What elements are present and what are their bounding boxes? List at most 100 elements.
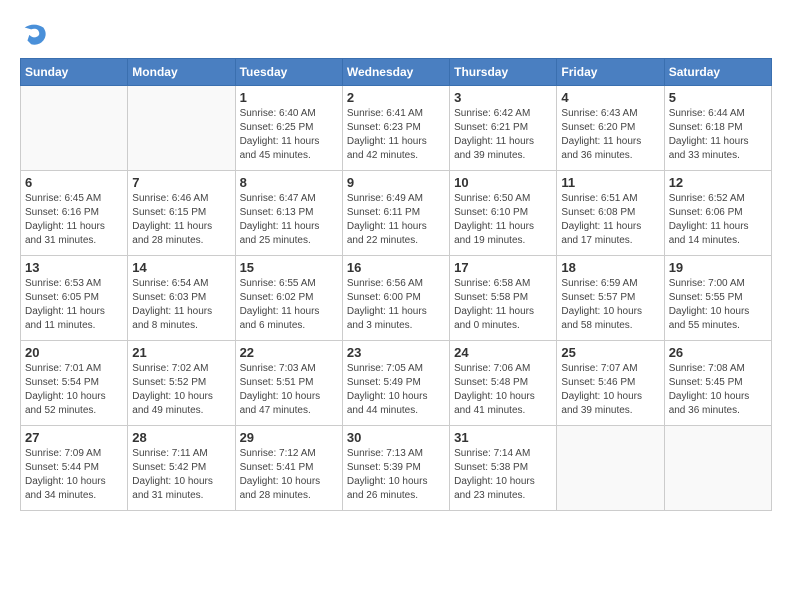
weekday-header-row: SundayMondayTuesdayWednesdayThursdayFrid… bbox=[21, 59, 772, 86]
day-number: 4 bbox=[561, 90, 659, 105]
day-info: Sunrise: 6:47 AM Sunset: 6:13 PM Dayligh… bbox=[240, 192, 338, 248]
page-header bbox=[20, 20, 772, 48]
calendar-day-cell: 4 Sunrise: 6:43 AM Sunset: 6:20 PM Daylig… bbox=[557, 86, 664, 171]
day-info: Sunrise: 7:00 AM Sunset: 5:55 PM Dayligh… bbox=[669, 277, 767, 333]
calendar-day-cell: 29 Sunrise: 7:12 AM Sunset: 5:41 PM Dayli… bbox=[235, 426, 342, 511]
day-number: 26 bbox=[669, 345, 767, 360]
day-info: Sunrise: 7:12 AM Sunset: 5:41 PM Dayligh… bbox=[240, 447, 338, 503]
calendar-day-cell: 21Sunrise: 7:02 AM Sunset: 5:52 PM Dayli… bbox=[128, 341, 235, 426]
calendar-week-row: 13 Sunrise: 6:53 AM Sunset: 6:05 PM Dayli… bbox=[21, 256, 772, 341]
day-number: 16 bbox=[347, 260, 445, 275]
day-number: 3 bbox=[454, 90, 552, 105]
day-info: Sunrise: 7:08 AM Sunset: 5:45 PM Dayligh… bbox=[669, 362, 767, 418]
weekday-header-cell: Tuesday bbox=[235, 59, 342, 86]
day-number: 1 bbox=[240, 90, 338, 105]
day-info: Sunrise: 6:46 AM Sunset: 6:15 PM Dayligh… bbox=[132, 192, 230, 248]
day-number: 2 bbox=[347, 90, 445, 105]
calendar-day-cell: 18 Sunrise: 6:59 AM Sunset: 5:57 PM Dayli… bbox=[557, 256, 664, 341]
calendar-day-cell: 14 Sunrise: 6:54 AM Sunset: 6:03 PM Dayli… bbox=[128, 256, 235, 341]
day-info: Sunrise: 6:52 AM Sunset: 6:06 PM Dayligh… bbox=[669, 192, 767, 248]
calendar-day-cell bbox=[128, 86, 235, 171]
day-number: 28 bbox=[132, 430, 230, 445]
calendar-day-cell: 20Sunrise: 7:01 AM Sunset: 5:54 PM Dayli… bbox=[21, 341, 128, 426]
calendar-day-cell: 7 Sunrise: 6:46 AM Sunset: 6:15 PM Daylig… bbox=[128, 171, 235, 256]
day-info: Sunrise: 7:09 AM Sunset: 5:44 PM Dayligh… bbox=[25, 447, 123, 503]
day-info: Sunrise: 7:07 AM Sunset: 5:46 PM Dayligh… bbox=[561, 362, 659, 418]
day-number: 9 bbox=[347, 175, 445, 190]
calendar-day-cell: 5 Sunrise: 6:44 AM Sunset: 6:18 PM Daylig… bbox=[664, 86, 771, 171]
day-info: Sunrise: 6:51 AM Sunset: 6:08 PM Dayligh… bbox=[561, 192, 659, 248]
day-info: Sunrise: 6:55 AM Sunset: 6:02 PM Dayligh… bbox=[240, 277, 338, 333]
calendar-day-cell: 22 Sunrise: 7:03 AM Sunset: 5:51 PM Dayli… bbox=[235, 341, 342, 426]
calendar-day-cell: 25 Sunrise: 7:07 AM Sunset: 5:46 PM Dayli… bbox=[557, 341, 664, 426]
day-info: Sunrise: 6:53 AM Sunset: 6:05 PM Dayligh… bbox=[25, 277, 123, 333]
calendar-day-cell: 28Sunrise: 7:11 AM Sunset: 5:42 PM Dayli… bbox=[128, 426, 235, 511]
day-info: Sunrise: 7:03 AM Sunset: 5:51 PM Dayligh… bbox=[240, 362, 338, 418]
day-number: 31 bbox=[454, 430, 552, 445]
day-number: 14 bbox=[132, 260, 230, 275]
day-number: 29 bbox=[240, 430, 338, 445]
day-info: Sunrise: 6:45 AM Sunset: 6:16 PM Dayligh… bbox=[25, 192, 123, 248]
calendar-day-cell: 27 Sunrise: 7:09 AM Sunset: 5:44 PM Dayli… bbox=[21, 426, 128, 511]
calendar-day-cell: 2 Sunrise: 6:41 AM Sunset: 6:23 PM Daylig… bbox=[342, 86, 449, 171]
day-info: Sunrise: 6:56 AM Sunset: 6:00 PM Dayligh… bbox=[347, 277, 445, 333]
day-number: 5 bbox=[669, 90, 767, 105]
calendar-day-cell bbox=[21, 86, 128, 171]
day-number: 27 bbox=[25, 430, 123, 445]
calendar-week-row: 27 Sunrise: 7:09 AM Sunset: 5:44 PM Dayli… bbox=[21, 426, 772, 511]
day-number: 23 bbox=[347, 345, 445, 360]
calendar-day-cell: 13 Sunrise: 6:53 AM Sunset: 6:05 PM Dayli… bbox=[21, 256, 128, 341]
day-info: Sunrise: 6:40 AM Sunset: 6:25 PM Dayligh… bbox=[240, 107, 338, 163]
day-info: Sunrise: 6:49 AM Sunset: 6:11 PM Dayligh… bbox=[347, 192, 445, 248]
day-number: 12 bbox=[669, 175, 767, 190]
calendar-body: 1 Sunrise: 6:40 AM Sunset: 6:25 PM Daylig… bbox=[21, 86, 772, 511]
calendar-day-cell: 6 Sunrise: 6:45 AM Sunset: 6:16 PM Daylig… bbox=[21, 171, 128, 256]
weekday-header-cell: Wednesday bbox=[342, 59, 449, 86]
day-number: 7 bbox=[132, 175, 230, 190]
calendar-day-cell: 11 Sunrise: 6:51 AM Sunset: 6:08 PM Dayli… bbox=[557, 171, 664, 256]
weekday-header-cell: Sunday bbox=[21, 59, 128, 86]
day-number: 11 bbox=[561, 175, 659, 190]
day-info: Sunrise: 7:05 AM Sunset: 5:49 PM Dayligh… bbox=[347, 362, 445, 418]
calendar-day-cell: 3 Sunrise: 6:42 AM Sunset: 6:21 PM Daylig… bbox=[450, 86, 557, 171]
day-info: Sunrise: 6:43 AM Sunset: 6:20 PM Dayligh… bbox=[561, 107, 659, 163]
day-number: 8 bbox=[240, 175, 338, 190]
weekday-header-cell: Thursday bbox=[450, 59, 557, 86]
weekday-header-cell: Friday bbox=[557, 59, 664, 86]
calendar-day-cell: 9 Sunrise: 6:49 AM Sunset: 6:11 PM Daylig… bbox=[342, 171, 449, 256]
calendar-day-cell: 17 Sunrise: 6:58 AM Sunset: 5:58 PM Dayli… bbox=[450, 256, 557, 341]
calendar-day-cell bbox=[664, 426, 771, 511]
day-info: Sunrise: 7:13 AM Sunset: 5:39 PM Dayligh… bbox=[347, 447, 445, 503]
calendar-week-row: 20Sunrise: 7:01 AM Sunset: 5:54 PM Dayli… bbox=[21, 341, 772, 426]
weekday-header-cell: Saturday bbox=[664, 59, 771, 86]
day-number: 25 bbox=[561, 345, 659, 360]
calendar-table: SundayMondayTuesdayWednesdayThursdayFrid… bbox=[20, 58, 772, 511]
calendar-day-cell: 8 Sunrise: 6:47 AM Sunset: 6:13 PM Daylig… bbox=[235, 171, 342, 256]
day-number: 13 bbox=[25, 260, 123, 275]
day-info: Sunrise: 6:54 AM Sunset: 6:03 PM Dayligh… bbox=[132, 277, 230, 333]
calendar-week-row: 1 Sunrise: 6:40 AM Sunset: 6:25 PM Daylig… bbox=[21, 86, 772, 171]
day-number: 18 bbox=[561, 260, 659, 275]
calendar-day-cell bbox=[557, 426, 664, 511]
day-number: 17 bbox=[454, 260, 552, 275]
day-info: Sunrise: 6:44 AM Sunset: 6:18 PM Dayligh… bbox=[669, 107, 767, 163]
day-number: 22 bbox=[240, 345, 338, 360]
day-number: 10 bbox=[454, 175, 552, 190]
day-info: Sunrise: 6:41 AM Sunset: 6:23 PM Dayligh… bbox=[347, 107, 445, 163]
day-info: Sunrise: 6:42 AM Sunset: 6:21 PM Dayligh… bbox=[454, 107, 552, 163]
day-info: Sunrise: 7:02 AM Sunset: 5:52 PM Dayligh… bbox=[132, 362, 230, 418]
day-number: 20 bbox=[25, 345, 123, 360]
calendar-day-cell: 30 Sunrise: 7:13 AM Sunset: 5:39 PM Dayli… bbox=[342, 426, 449, 511]
logo bbox=[20, 20, 50, 48]
day-info: Sunrise: 6:59 AM Sunset: 5:57 PM Dayligh… bbox=[561, 277, 659, 333]
calendar-day-cell: 23 Sunrise: 7:05 AM Sunset: 5:49 PM Dayli… bbox=[342, 341, 449, 426]
day-number: 30 bbox=[347, 430, 445, 445]
calendar-day-cell: 24Sunrise: 7:06 AM Sunset: 5:48 PM Dayli… bbox=[450, 341, 557, 426]
calendar-day-cell: 16 Sunrise: 6:56 AM Sunset: 6:00 PM Dayli… bbox=[342, 256, 449, 341]
day-info: Sunrise: 6:58 AM Sunset: 5:58 PM Dayligh… bbox=[454, 277, 552, 333]
calendar-week-row: 6 Sunrise: 6:45 AM Sunset: 6:16 PM Daylig… bbox=[21, 171, 772, 256]
weekday-header-cell: Monday bbox=[128, 59, 235, 86]
calendar-day-cell: 10Sunrise: 6:50 AM Sunset: 6:10 PM Dayli… bbox=[450, 171, 557, 256]
day-number: 6 bbox=[25, 175, 123, 190]
calendar-day-cell: 15Sunrise: 6:55 AM Sunset: 6:02 PM Dayli… bbox=[235, 256, 342, 341]
